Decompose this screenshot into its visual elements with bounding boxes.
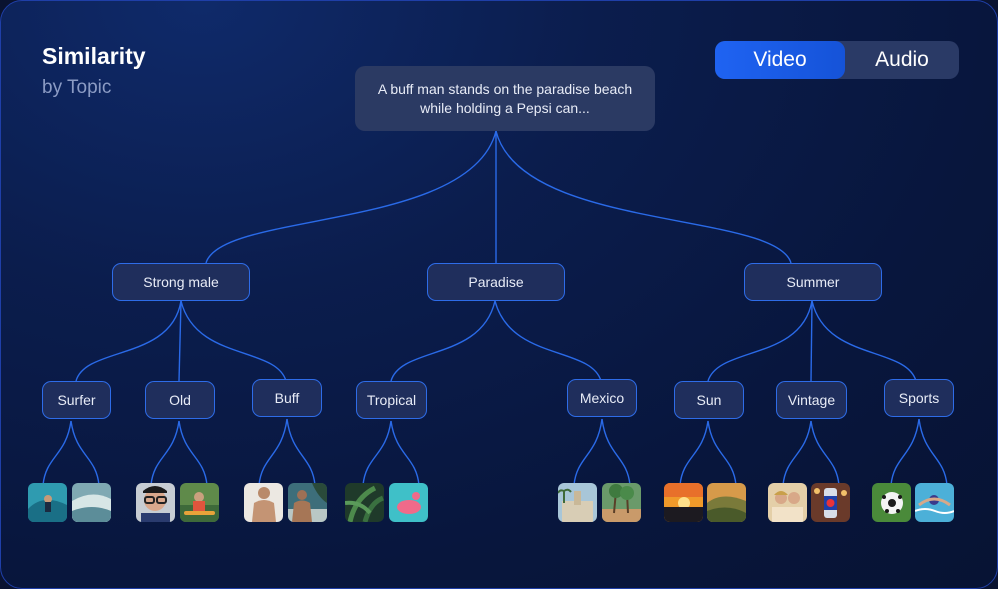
topic-node-strong-male[interactable]: Strong male <box>112 263 250 301</box>
ocean-wave-image[interactable] <box>72 483 111 522</box>
pepsi-can-image[interactable] <box>811 483 850 522</box>
beach-man-image[interactable] <box>288 483 327 522</box>
subtopic-node-mexico[interactable]: Mexico <box>567 379 637 417</box>
sunset-image[interactable] <box>664 483 703 522</box>
palm-leaves-image[interactable] <box>345 483 384 522</box>
subtopic-node-sports[interactable]: Sports <box>884 379 954 417</box>
subtopic-node-vintage[interactable]: Vintage <box>776 381 847 419</box>
vintage-couple-image[interactable] <box>768 483 807 522</box>
kayak-person-image[interactable] <box>180 483 219 522</box>
similarity-panel: Similarity by Topic Video Audio A buff m… <box>0 0 998 589</box>
subtopic-node-tropical[interactable]: Tropical <box>356 381 427 419</box>
old-man-glasses-image[interactable] <box>136 483 175 522</box>
subtopic-node-sun[interactable]: Sun <box>674 381 744 419</box>
palm-trees-image[interactable] <box>602 483 641 522</box>
subtopic-node-old[interactable]: Old <box>145 381 215 419</box>
subtopic-node-surfer[interactable]: Surfer <box>42 381 111 419</box>
topic-node-summer[interactable]: Summer <box>744 263 882 301</box>
subtopic-node-buff[interactable]: Buff <box>252 379 322 417</box>
pool-float-image[interactable] <box>389 483 428 522</box>
topic-node-paradise[interactable]: Paradise <box>427 263 565 301</box>
swimmer-image[interactable] <box>915 483 954 522</box>
soccer-ball-image[interactable] <box>872 483 911 522</box>
plaza-image[interactable] <box>558 483 597 522</box>
root-caption-node[interactable]: A buff man stands on the paradise beach … <box>355 66 655 131</box>
hills-image[interactable] <box>707 483 746 522</box>
surf-wave-image[interactable] <box>28 483 67 522</box>
shirtless-man-image[interactable] <box>244 483 283 522</box>
